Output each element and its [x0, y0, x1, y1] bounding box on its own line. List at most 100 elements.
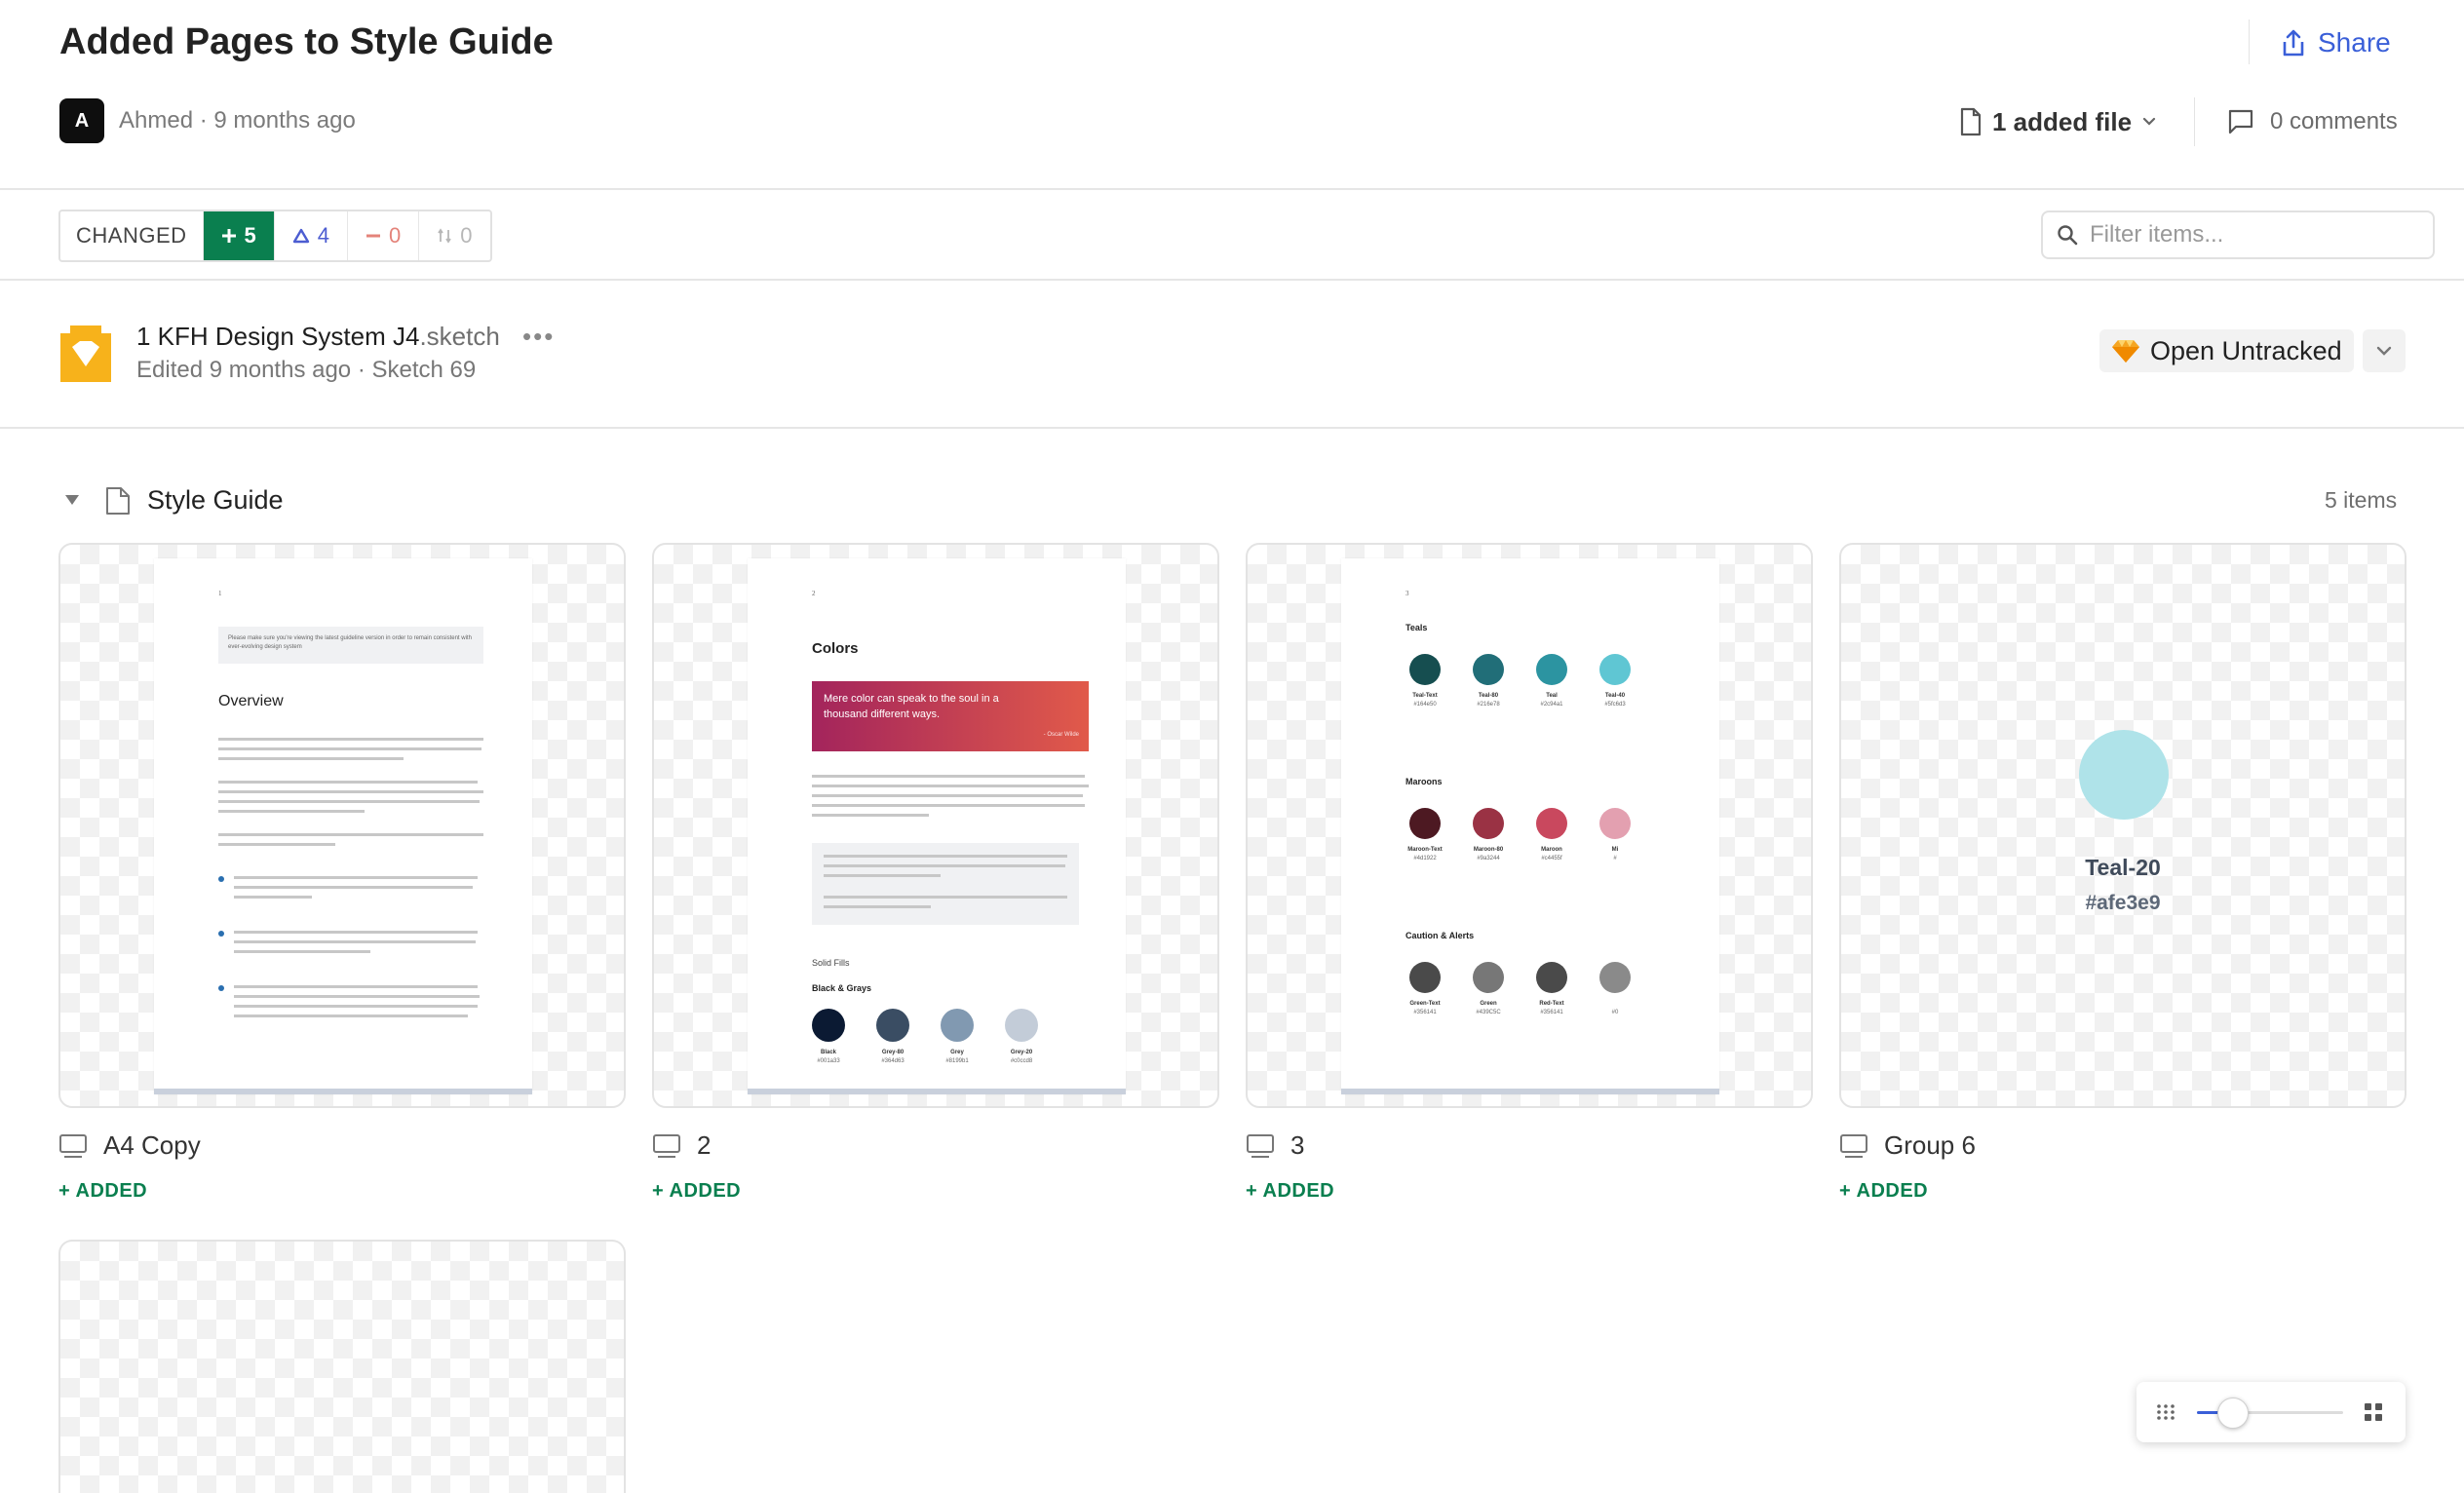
swatch-hex: #356141	[1540, 1010, 1563, 1015]
artboard-card-2[interactable]: 2 Colors Mere color can speak to the sou…	[652, 543, 1219, 1108]
swatch-hex: #356141	[1413, 1010, 1437, 1015]
artboard-name[interactable]: 3	[1246, 1130, 1304, 1161]
added-status-text: ADDED	[669, 1180, 742, 1202]
swatch-hex: #439C5C	[1476, 1010, 1501, 1015]
swatch-hex: #0	[1611, 1010, 1619, 1015]
avatar[interactable]: A	[59, 98, 104, 143]
moved-count: 0	[460, 223, 473, 248]
filter-search-field[interactable]: Filter items...	[2041, 211, 2435, 259]
color-swatch-circle	[1599, 654, 1631, 685]
artboard-name-label: A4 Copy	[103, 1130, 201, 1160]
swatch-hex: #2c94a1	[1540, 702, 1563, 708]
thumb-heading: Colors	[812, 640, 859, 657]
modified-count: 4	[317, 223, 330, 248]
share-icon	[2281, 28, 2306, 57]
color-swatch-circle	[1005, 1009, 1038, 1042]
color-swatch-circle	[1409, 962, 1441, 993]
artboard-name-label: 2	[697, 1130, 712, 1160]
swatch-hex: #	[1613, 856, 1617, 861]
added-status-badge: + ADDED	[1246, 1180, 1335, 1202]
artboard-card-5[interactable]	[58, 1240, 626, 1493]
added-count: 5	[244, 223, 256, 248]
divider	[0, 427, 2464, 429]
chevron-down-icon	[2375, 345, 2393, 357]
file-subtitle: Edited 9 months ago · Sketch 69	[136, 357, 477, 383]
minus-icon	[366, 228, 381, 244]
move-icon	[437, 228, 452, 244]
collapse-triangle-icon[interactable]	[62, 492, 82, 508]
artboard-thumbnail: 1 Please make sure you're viewing the la…	[154, 558, 532, 1094]
artboard-card-3[interactable]: 3 Teals Teal-Text #164e50 Teal-80 #216e78 Tea…	[1246, 543, 1813, 1108]
swatch-hex: #5fc6d3	[1604, 702, 1626, 708]
swatch-group-title: Maroons	[1405, 777, 1443, 786]
swatch-name: Maroon-Text	[1407, 847, 1443, 853]
swatch-name: Teal-Text	[1412, 693, 1438, 699]
thumb-page-number: 3	[1405, 590, 1409, 597]
file-name[interactable]: 1 KFH Design System J4.sketch	[136, 322, 500, 352]
filter-modified-button[interactable]: 4	[275, 211, 349, 260]
filter-added-button[interactable]: 5	[203, 211, 275, 260]
small-grid-icon[interactable]	[2156, 1403, 2175, 1421]
more-options-button[interactable]: •••	[522, 322, 555, 352]
large-grid-icon[interactable]	[2363, 1401, 2384, 1423]
sketch-file-icon	[58, 324, 113, 384]
swatch-name: Green	[1480, 1001, 1497, 1007]
artboard-name[interactable]: A4 Copy	[58, 1130, 201, 1161]
thumb-quote-box: Mere color can speak to the soul in a th…	[812, 681, 1089, 751]
added-status-badge: + ADDED	[1839, 1180, 1929, 1202]
share-button[interactable]: Share	[2281, 23, 2391, 62]
thumb-notice-text: Please make sure you're viewing the late…	[228, 635, 472, 650]
sketch-diamond-icon	[2111, 338, 2140, 364]
change-filter-group: CHANGED 5 4 0 0	[58, 210, 492, 262]
swatch-hex: #001a33	[817, 1058, 840, 1064]
swatch-hex: #164e50	[1413, 702, 1437, 708]
artboard-name[interactable]: Group 6	[1839, 1130, 1976, 1161]
divider	[0, 188, 2464, 190]
swatch-name: Red-Text	[1539, 1001, 1564, 1007]
artboard-icon	[1246, 1133, 1275, 1159]
plus-icon	[221, 228, 237, 244]
comment-icon	[2227, 108, 2254, 135]
swatch-name: Maroon	[1541, 847, 1562, 853]
color-swatch-circle	[1473, 808, 1504, 839]
artboard-name[interactable]: 2	[652, 1130, 711, 1161]
thumb-page-number: 2	[812, 590, 816, 597]
thumb-page-number: 1	[218, 590, 222, 597]
items-count: 5 items	[2325, 487, 2398, 513]
open-untracked-button[interactable]: Open Untracked	[2099, 329, 2354, 372]
added-file-dropdown[interactable]: 1 added file	[1959, 102, 2157, 141]
swatch-name: Green-Text	[1409, 1001, 1441, 1007]
artboard-name-label: 3	[1290, 1130, 1305, 1160]
artboard-card-group-6[interactable]: Teal-20 #afe3e9	[1839, 543, 2406, 1108]
color-swatch-circle	[941, 1009, 974, 1042]
added-status-badge: + ADDED	[652, 1180, 742, 1202]
swatch-hex: #9a3244	[1477, 856, 1500, 861]
color-swatch-circle	[1536, 808, 1567, 839]
swatch-hex: #8199b1	[945, 1058, 969, 1064]
swatch-name: Grey-80	[881, 1050, 905, 1055]
thumb-quote: Mere color can speak to the soul in a th…	[824, 693, 999, 720]
thumb-heading: Overview	[218, 693, 284, 709]
swatch-name: Teal-20	[2085, 855, 2161, 880]
color-swatch-circle	[876, 1009, 909, 1042]
thumb-quote-author: - Oscar Wilde	[1043, 732, 1079, 738]
share-label: Share	[2318, 27, 2391, 57]
color-swatch-circle	[1473, 962, 1504, 993]
zoom-slider-handle[interactable]	[2217, 1397, 2249, 1429]
filter-moved-button[interactable]: 0	[419, 211, 489, 260]
color-swatch-circle	[1536, 962, 1567, 993]
added-status-badge: + ADDED	[58, 1180, 148, 1202]
swatch-hex: #afe3e9	[2085, 892, 2161, 914]
author-line: Ahmed · 9 months ago	[119, 107, 356, 134]
divider	[2194, 97, 2195, 146]
section-title: Style Guide	[147, 485, 284, 515]
open-options-dropdown[interactable]	[2363, 329, 2406, 372]
swatch-name: Grey	[950, 1050, 964, 1055]
artboard-card-a4-copy[interactable]: 1 Please make sure you're viewing the la…	[58, 543, 626, 1108]
filter-removed-button[interactable]: 0	[348, 211, 420, 260]
thumb-group-title: Black & Grays	[812, 983, 872, 993]
artboard-thumbnail: 3 Teals Teal-Text #164e50 Teal-80 #216e78 Tea…	[1341, 558, 1719, 1094]
color-swatch-circle	[1599, 962, 1631, 993]
comments-button[interactable]: 0 comments	[2227, 102, 2398, 141]
zoom-slider[interactable]	[2197, 1397, 2343, 1429]
